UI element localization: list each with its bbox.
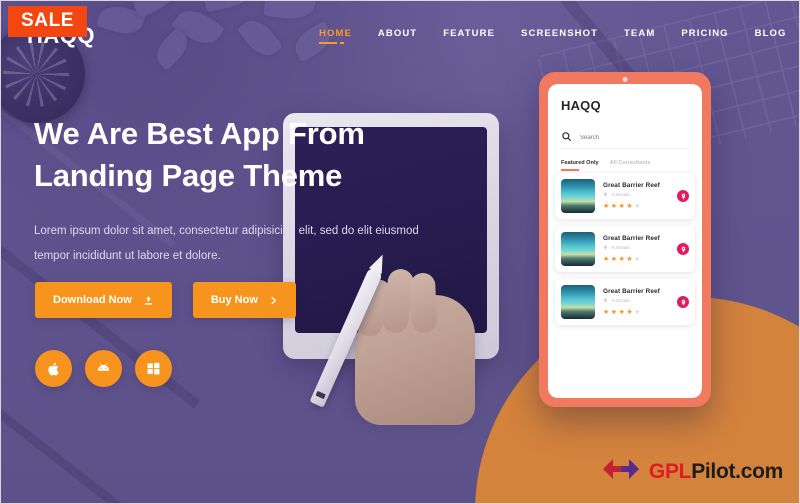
card-title: Great Barrier Reef	[603, 235, 660, 242]
star-icon: ★	[610, 309, 618, 316]
location-pin-icon	[603, 245, 608, 252]
card-title: Great Barrier Reef	[603, 288, 660, 295]
android-icon	[95, 360, 112, 377]
card-pin-badge[interactable]	[677, 243, 689, 255]
hero-section: We Are Best App From Landing Page Theme …	[34, 113, 454, 269]
chevron-right-icon	[269, 296, 278, 305]
card-location: Australia	[603, 298, 669, 305]
gplpilot-logo-icon	[601, 456, 641, 487]
star-icon: ★	[603, 309, 610, 316]
card-location-label: Australia	[611, 299, 630, 304]
nav-item-label: HOME	[319, 28, 352, 39]
download-now-label: Download Now	[53, 294, 132, 306]
hand-photo	[353, 267, 475, 425]
card-info: Great Barrier Reef Australia ★ ★ ★ ★ ★	[603, 288, 669, 316]
map-pin-icon	[680, 240, 687, 258]
nav-active-underline	[319, 42, 344, 44]
reef-thumbnail	[561, 179, 595, 213]
gplpilot-watermark: GPLPilot.com	[601, 456, 783, 487]
card-location: Australia	[603, 192, 669, 199]
reef-thumbnail	[561, 232, 595, 266]
card-rating: ★ ★ ★ ★ ★	[603, 309, 669, 316]
star-icon: ★	[634, 256, 641, 263]
watermark-brand-rest: Pilot.com	[691, 459, 783, 483]
star-icon: ★	[626, 203, 633, 210]
app-title: HAQQ	[561, 98, 601, 113]
download-icon	[143, 295, 154, 306]
nav-item-team[interactable]: TEAM	[624, 28, 655, 39]
nav-item-blog[interactable]: BLOG	[755, 28, 787, 39]
search-icon	[561, 129, 572, 147]
map-pin-icon	[680, 187, 687, 205]
android-store-button[interactable]	[85, 350, 122, 387]
map-pin-icon	[680, 293, 687, 311]
app-tab-bar: Featured Only All Consultants	[561, 160, 689, 171]
apple-store-button[interactable]	[35, 350, 72, 387]
star-icon: ★	[634, 309, 641, 316]
location-pin-icon	[603, 192, 608, 199]
nav-item-screenshot[interactable]: SCREENSHOT	[521, 28, 598, 39]
watermark-brand-highlight: GPL	[648, 459, 692, 483]
nav-item-feature[interactable]: FEATURE	[443, 28, 495, 39]
star-icon: ★	[610, 256, 618, 263]
buy-now-button[interactable]: Buy Now	[192, 282, 296, 318]
list-item[interactable]: Great Barrier Reef Australia ★ ★ ★ ★ ★	[555, 226, 695, 272]
reef-thumbnail	[561, 285, 595, 319]
app-search-bar[interactable]	[561, 127, 689, 149]
page-title: We Are Best App From Landing Page Theme	[34, 113, 454, 197]
star-icon: ★	[634, 203, 641, 210]
main-navigation: HOME ABOUT FEATURE SCREENSHOT TEAM PRICI…	[319, 28, 799, 44]
phone-camera	[622, 77, 628, 82]
card-location-label: Australia	[611, 246, 630, 251]
list-item[interactable]: Great Barrier Reef Australia ★ ★ ★ ★ ★	[555, 173, 695, 219]
landing-page-screenshot: SALE HAQQ HOME ABOUT FEATURE SCREENSHOT …	[0, 0, 800, 504]
nav-item-about[interactable]: ABOUT	[378, 28, 417, 39]
tab-featured-only[interactable]: Featured Only	[561, 160, 599, 171]
star-icon: ★	[618, 309, 625, 316]
hero-button-row: Download Now Buy Now	[35, 282, 296, 318]
star-icon: ★	[610, 203, 618, 210]
card-rating: ★ ★ ★ ★ ★	[603, 203, 669, 210]
hero-paragraph: Lorem ipsum dolor sit amet, consectetur …	[34, 224, 419, 262]
star-icon: ★	[603, 256, 610, 263]
star-icon: ★	[626, 256, 633, 263]
hero-heading-line-2: Landing Page Theme	[34, 157, 343, 193]
nav-item-home[interactable]: HOME	[319, 28, 352, 44]
star-icon: ★	[618, 203, 625, 210]
windows-icon	[146, 361, 161, 376]
gplpilot-wordmark: GPLPilot.com	[649, 460, 783, 484]
card-location: Australia	[603, 245, 669, 252]
card-info: Great Barrier Reef Australia ★ ★ ★ ★ ★	[603, 235, 669, 263]
platform-button-row	[35, 350, 172, 387]
tab-all-consultants[interactable]: All Consultants	[610, 160, 651, 171]
card-title: Great Barrier Reef	[603, 182, 660, 189]
search-input[interactable]	[580, 134, 689, 141]
star-icon: ★	[618, 256, 625, 263]
card-info: Great Barrier Reef Australia ★ ★ ★ ★ ★	[603, 182, 669, 210]
app-card-list: Great Barrier Reef Australia ★ ★ ★ ★ ★ G…	[548, 173, 702, 325]
windows-store-button[interactable]	[135, 350, 172, 387]
buy-now-label: Buy Now	[210, 294, 258, 306]
hero-heading-line-1: We Are Best App From	[34, 116, 365, 151]
card-pin-badge[interactable]	[677, 296, 689, 308]
card-rating: ★ ★ ★ ★ ★	[603, 256, 669, 263]
phone-mockup: HAQQ Featured Only All Consultants	[539, 72, 711, 407]
card-pin-badge[interactable]	[677, 190, 689, 202]
location-pin-icon	[603, 298, 608, 305]
card-location-label: Australia	[611, 193, 630, 198]
nav-item-pricing[interactable]: PRICING	[681, 28, 728, 39]
star-icon: ★	[603, 203, 610, 210]
phone-screen: HAQQ Featured Only All Consultants	[548, 84, 702, 398]
list-item[interactable]: Great Barrier Reef Australia ★ ★ ★ ★ ★	[555, 279, 695, 325]
leaves-photo	[89, 1, 339, 123]
apple-icon	[46, 361, 62, 377]
download-now-button[interactable]: Download Now	[35, 282, 172, 318]
sale-badge: SALE	[8, 6, 88, 37]
star-icon: ★	[626, 309, 633, 316]
